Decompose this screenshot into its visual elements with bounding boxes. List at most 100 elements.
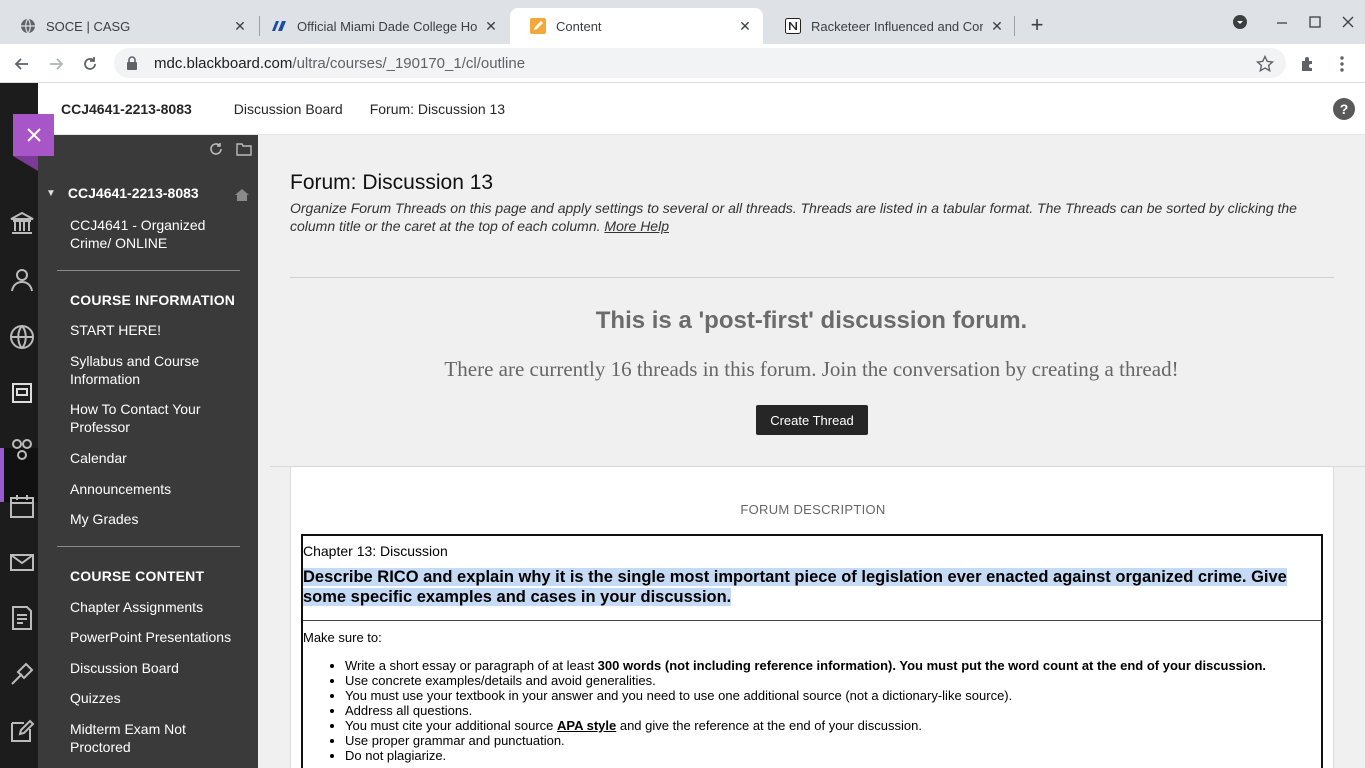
- menu-item-syllabus[interactable]: Syllabus and Course Information: [70, 352, 250, 388]
- help-button[interactable]: ?: [1333, 98, 1355, 120]
- tab-title: Content: [556, 18, 602, 34]
- tab-title: SOCE | CASG: [46, 18, 131, 34]
- menu-divider: [57, 270, 240, 271]
- more-help-link[interactable]: More Help: [604, 218, 669, 234]
- divider: [290, 277, 1334, 278]
- list-item: You must use your textbook in your answe…: [345, 688, 1320, 703]
- grades-icon[interactable]: [8, 604, 36, 632]
- post-first-heading: This is a 'post-first' discussion forum.: [595, 307, 1028, 334]
- folder-view-icon[interactable]: [236, 141, 252, 160]
- menu-item-chapter-assignments[interactable]: Chapter Assignments: [70, 598, 250, 616]
- list-item-bold-text: 300 words (not including reference infor…: [597, 658, 1267, 673]
- section-heading-course-information: COURSE INFORMATION: [70, 292, 236, 308]
- requirements-list: Write a short essay or paragraph of at l…: [345, 658, 1320, 763]
- edit-icon[interactable]: [8, 717, 36, 745]
- browser-toolbar: mdc.blackboard.com/ultra/courses/_190170…: [0, 44, 1365, 83]
- tab-search-icon[interactable]: [1228, 10, 1252, 34]
- breadcrumb-discussion-board[interactable]: Discussion Board: [234, 101, 343, 117]
- close-course-menu-button[interactable]: [13, 114, 54, 171]
- browser-tab-content[interactable]: Content ✕: [510, 8, 763, 44]
- menu-item-announcements[interactable]: Announcements: [70, 480, 250, 498]
- back-arrow-icon[interactable]: [9, 51, 35, 77]
- menu-item-my-grades[interactable]: My Grades: [70, 510, 250, 528]
- browser-tab-soce[interactable]: SOCE | CASG ✕: [0, 8, 258, 44]
- browser-tab-racketeer[interactable]: Racketeer Influenced and Corrup ✕: [765, 8, 1015, 44]
- list-item-text: and give the reference at the end of you…: [616, 718, 922, 733]
- address-bar[interactable]: mdc.blackboard.com/ultra/courses/_190170…: [114, 48, 1286, 78]
- course-code-link[interactable]: CCJ4641-2213-8083: [61, 101, 192, 117]
- browser-tab-mdc[interactable]: Official Miami Dade College Hom ✕: [251, 8, 509, 44]
- browser-tabstrip: SOCE | CASG ✕ Official Miami Dade Colleg…: [0, 0, 1365, 44]
- menu-item-quizzes[interactable]: Quizzes: [70, 689, 250, 707]
- pencil-icon: [530, 18, 546, 34]
- menu-item-midterm[interactable]: Midterm Exam Not Proctored: [70, 720, 250, 756]
- menu-item-contact-professor[interactable]: How To Contact Your Professor: [70, 400, 250, 436]
- menu-item-discussion-board[interactable]: Discussion Board: [70, 659, 250, 677]
- list-item: Address all questions.: [345, 703, 1320, 718]
- tab-divider: [1014, 16, 1015, 36]
- close-tab-icon[interactable]: ✕: [232, 18, 248, 34]
- extensions-icon[interactable]: [1295, 51, 1321, 77]
- create-thread-button[interactable]: Create Thread: [756, 405, 868, 435]
- list-item: Use proper grammar and punctuation.: [345, 733, 1320, 748]
- list-item: You must cite your additional source APA…: [345, 718, 1320, 733]
- course-header-bar: CCJ4641-2213-8083 Discussion Board Forum…: [38, 83, 1365, 135]
- forward-arrow-icon[interactable]: [43, 51, 69, 77]
- page-description: Organize Forum Threads on this page and …: [290, 199, 1330, 235]
- browser-menu-icon[interactable]: [1329, 51, 1355, 77]
- forum-description-label: FORUM DESCRIPTION: [740, 502, 886, 517]
- course-menu-title-row[interactable]: ▼ CCJ4641-2213-8083: [46, 185, 199, 201]
- close-icon: [26, 128, 41, 142]
- course-menu-tools: [208, 141, 252, 160]
- maximize-icon[interactable]: [1303, 10, 1327, 34]
- apa-style-link[interactable]: APA style: [557, 718, 616, 733]
- refresh-icon[interactable]: [208, 141, 224, 160]
- make-sure-label: Make sure to:: [303, 630, 382, 645]
- main-content: Forum: Discussion 13 Organize Forum Thre…: [258, 135, 1365, 768]
- page-description-text: Organize Forum Threads on this page and …: [290, 200, 1297, 234]
- section-heading-course-content: COURSE CONTENT: [70, 568, 205, 584]
- list-item: Use concrete examples/details and avoid …: [345, 673, 1320, 688]
- mdc-logo-icon: [271, 18, 287, 34]
- close-tab-icon[interactable]: ✕: [989, 18, 1005, 34]
- tab-title: Racketeer Influenced and Corrup: [811, 18, 983, 34]
- courses-icon[interactable]: [8, 379, 36, 407]
- discussion-prompt-text: Describe RICO and explain why it is the …: [303, 568, 1287, 606]
- close-tab-icon[interactable]: ✕: [483, 18, 499, 34]
- course-menu-subtitle: CCJ4641 - Organized Crime/ ONLINE: [70, 217, 206, 251]
- discussion-prompt: Describe RICO and explain why it is the …: [303, 567, 1315, 607]
- calendar-icon[interactable]: [8, 492, 36, 520]
- url-path: /ultra/courses/_190170_1/cl/outline: [292, 54, 526, 72]
- globe-icon: [20, 18, 36, 34]
- forum-description-panel: FORUM DESCRIPTION Chapter 13: Discussion…: [290, 467, 1334, 768]
- divider: [303, 620, 1323, 621]
- list-item-text: You must cite your additional source: [345, 718, 557, 733]
- forum-description-box: Chapter 13: Discussion Describe RICO and…: [301, 534, 1323, 768]
- reload-icon[interactable]: [77, 51, 103, 77]
- menu-item-calendar[interactable]: Calendar: [70, 449, 250, 467]
- new-tab-button[interactable]: +: [1024, 12, 1050, 38]
- minimize-icon[interactable]: [1270, 10, 1294, 34]
- window-close-icon[interactable]: [1336, 10, 1360, 34]
- messages-icon[interactable]: [8, 548, 36, 576]
- close-tab-icon[interactable]: ✕: [737, 18, 753, 34]
- menu-item-start-here[interactable]: START HERE!: [70, 321, 250, 339]
- collapse-caret-icon[interactable]: ▼: [46, 188, 56, 199]
- menu-item-powerpoint[interactable]: PowerPoint Presentations: [70, 628, 250, 646]
- notion-icon: [785, 18, 801, 34]
- course-menu-title: CCJ4641-2213-8083: [67, 185, 199, 201]
- page-title: Forum: Discussion 13: [290, 171, 494, 194]
- home-icon[interactable]: [234, 187, 250, 206]
- bookmark-star-icon[interactable]: [1252, 51, 1278, 77]
- organizations-icon[interactable]: [8, 435, 36, 463]
- institution-icon[interactable]: [8, 209, 36, 237]
- url-host: mdc.blackboard.com: [154, 54, 293, 72]
- threads-count-text: There are currently 16 threads in this f…: [444, 357, 1179, 381]
- tab-title: Official Miami Dade College Hom: [297, 18, 477, 34]
- profile-icon[interactable]: [8, 266, 36, 294]
- menu-divider: [57, 546, 240, 547]
- globe-activity-icon[interactable]: [8, 323, 36, 351]
- chapter-heading: Chapter 13: Discussion: [303, 543, 448, 559]
- lock-icon: [126, 56, 142, 70]
- tools-icon[interactable]: [8, 660, 36, 688]
